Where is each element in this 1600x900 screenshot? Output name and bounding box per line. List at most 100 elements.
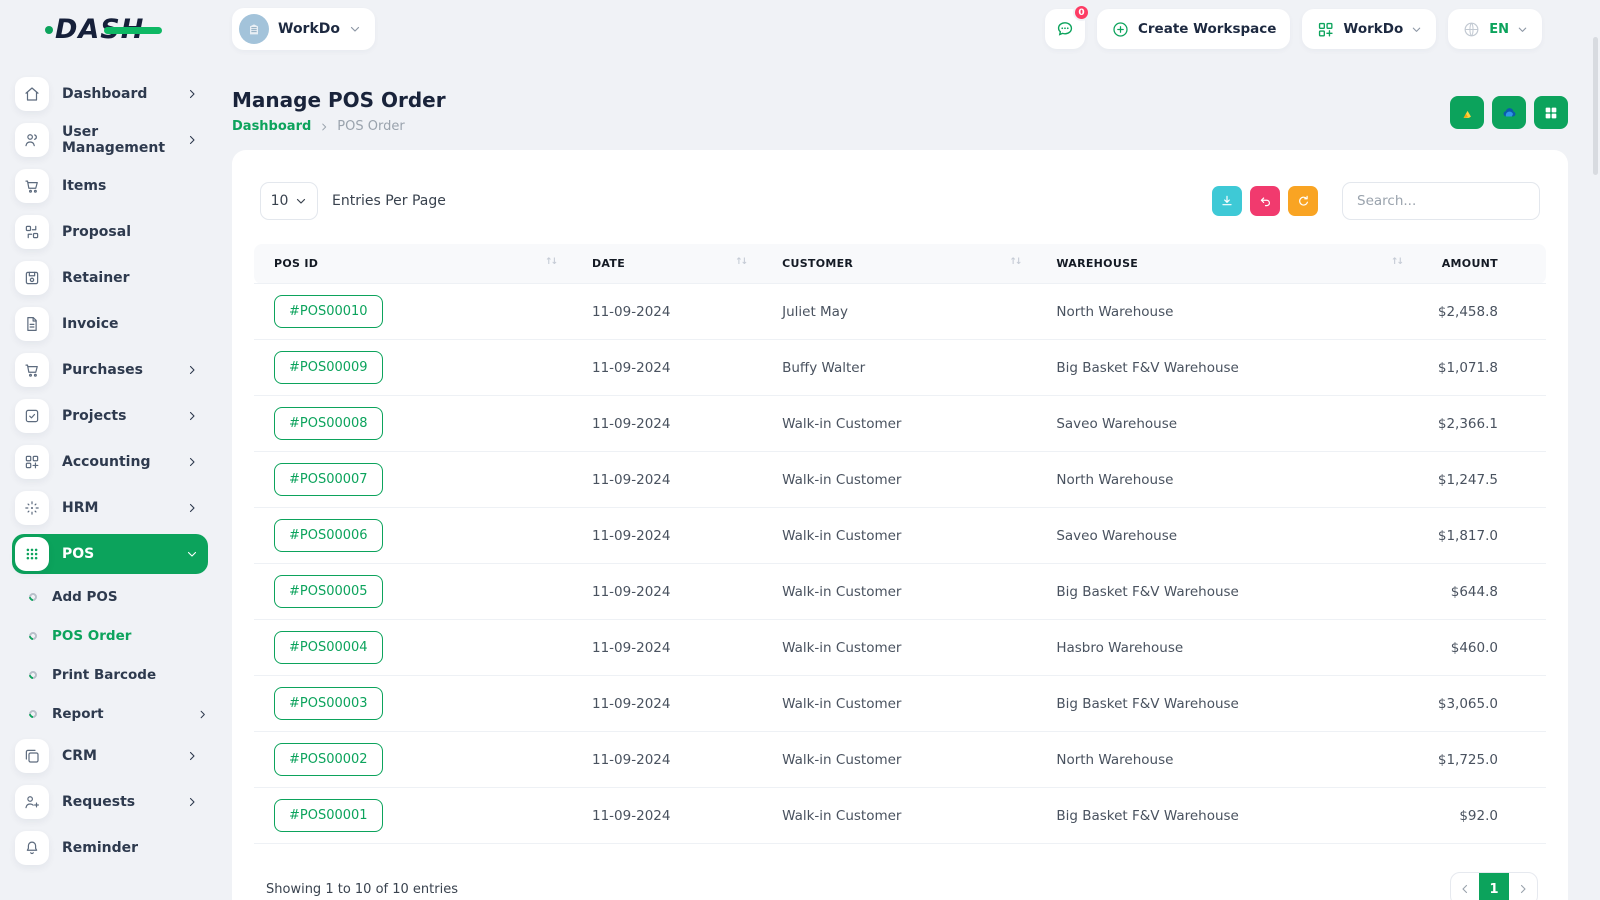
save-icon [15,261,49,295]
pos-id-button[interactable]: #POS00010 [274,295,383,328]
sidebar-item-crm[interactable]: CRM [12,736,208,776]
pos-order-card: 10 Entries Per Page Search... POS ID ↑↓ … [232,150,1568,900]
customer-cell: Walk-in Customer [762,563,1037,620]
sidebar-item-hrm[interactable]: HRM [12,488,208,528]
warehouse-cell: North Warehouse [1036,451,1418,508]
amount-cell: $644.8 [1417,563,1546,620]
warehouse-cell: Big Basket F&V Warehouse [1036,675,1418,732]
drive-icon [1463,110,1471,118]
sort-icon[interactable]: ↑↓ [735,257,752,267]
sidebar-item-items[interactable]: Items [12,166,208,206]
amount-cell: $460.0 [1417,619,1546,676]
grid-view-button[interactable] [1534,96,1568,129]
column-header-pos-id: POS ID ↑↓ [254,244,572,284]
sidebar-item-purchases[interactable]: Purchases [12,350,208,390]
messenger-button[interactable]: 0 [1044,4,1090,49]
sidebar-item-proposal[interactable]: Proposal [12,212,208,252]
customer-cell: Buffy Walter [762,339,1037,396]
sort-icon[interactable]: ↑↓ [1009,257,1026,267]
workdo-menu-button[interactable]: WorkDo [1302,9,1437,49]
workspace-avatar [239,14,269,44]
pos-id-button[interactable]: #POS00008 [274,407,383,440]
create-workspace-button[interactable]: Create Workspace [1096,9,1291,49]
next-page-button[interactable] [1509,873,1537,900]
users-icon [15,123,49,157]
export-button[interactable] [1212,186,1242,216]
amount-cell: $1,071.8 [1417,339,1546,396]
date-cell: 11-09-2024 [572,507,763,564]
google-drive-button[interactable] [1450,96,1484,129]
pos-id-button[interactable]: #POS00006 [274,519,383,552]
sidebar-item-dashboard[interactable]: Dashboard [12,74,208,114]
warehouse-cell: Big Basket F&V Warehouse [1036,563,1418,620]
amount-cell: $1,817.0 [1417,507,1546,564]
chevron-down-icon [1517,24,1528,35]
onedrive-button[interactable] [1492,96,1526,129]
customer-cell: Juliet May [762,283,1037,340]
top-bar: DASH WorkDo 0 Create Workspace WorkDo EN [0,0,1600,58]
sort-icon[interactable]: ↑↓ [1391,257,1408,267]
column-header-warehouse: WAREHOUSE ↑↓ [1036,244,1418,284]
sidebar-subitem-report[interactable]: Report [12,697,208,731]
sidebar-item-accounting[interactable]: Accounting [12,442,208,482]
language-selector[interactable]: EN [1448,9,1542,49]
sidebar-item-invoice[interactable]: Invoice [12,304,208,344]
table-row: #POS00010 11-09-2024 Juliet May North Wa… [254,283,1546,340]
download-icon [1222,195,1232,206]
sidebar-item-requests[interactable]: Requests [12,782,208,822]
refresh-button[interactable] [1288,186,1318,216]
sort-icon[interactable]: ↑↓ [545,257,562,267]
date-cell: 11-09-2024 [572,339,763,396]
chevron-down-icon [1411,24,1422,35]
column-header-customer: CUSTOMER ↑↓ [762,244,1037,284]
warehouse-cell: Big Basket F&V Warehouse [1036,787,1418,844]
sidebar-item-retainer[interactable]: Retainer [12,258,208,298]
search-input[interactable] [1342,182,1540,220]
undo-icon [1260,196,1270,206]
sidebar-subitem-add-pos[interactable]: Add POS [12,580,208,614]
scrollbar-thumb[interactable] [1593,37,1598,175]
customer-cell: Walk-in Customer [762,395,1037,452]
warehouse-cell: North Warehouse [1036,731,1418,788]
chevron-right-icon [186,456,198,468]
brand-logo[interactable]: DASH [0,14,232,45]
chevron-right-icon [186,502,198,514]
sidebar-item-pos[interactable]: POS [12,534,208,574]
date-cell: 11-09-2024 [572,283,763,340]
customer-cell: Walk-in Customer [762,507,1037,564]
pos-id-button[interactable]: #POS00005 [274,575,383,608]
reset-button[interactable] [1250,186,1280,216]
pos-id-button[interactable]: #POS00009 [274,351,383,384]
sidebar-item-user-management[interactable]: User Management [12,120,208,160]
amount-cell: $3,065.0 [1417,675,1546,732]
pos-id-button[interactable]: #POS00002 [274,743,383,776]
sidebar-item-projects[interactable]: Projects [12,396,208,436]
grid-plus-icon [1319,22,1334,37]
sidebar-subitem-pos-order[interactable]: POS Order [12,619,208,653]
pos-id-button[interactable]: #POS00001 [274,799,383,832]
file-text-icon [15,307,49,341]
previous-page-button[interactable] [1451,873,1479,900]
breadcrumb-dashboard-link[interactable]: Dashboard [232,119,311,134]
pos-id-button[interactable]: #POS00004 [274,631,383,664]
warehouse-cell: Hasbro Warehouse [1036,619,1418,676]
sidebar-item-reminder[interactable]: Reminder [12,828,208,868]
bullet-icon [27,708,39,720]
pos-id-button[interactable]: #POS00007 [274,463,383,496]
column-header-date: DATE ↑↓ [572,244,763,284]
pos-id-button[interactable]: #POS00003 [274,687,383,720]
table-row: #POS00002 11-09-2024 Walk-in Customer No… [254,731,1546,788]
sidebar-subitem-print-barcode[interactable]: Print Barcode [12,658,208,692]
workspace-name: WorkDo [278,21,341,37]
check-square-icon [15,399,49,433]
page-number-button[interactable]: 1 [1479,873,1509,900]
date-cell: 11-09-2024 [572,675,763,732]
home-icon [15,77,49,111]
table-row: #POS00009 11-09-2024 Buffy Walter Big Ba… [254,339,1546,396]
date-cell: 11-09-2024 [572,563,763,620]
globe-icon [1464,22,1479,36]
workspace-selector[interactable]: WorkDo [232,8,376,50]
entries-per-page-select[interactable]: 10 [260,182,318,220]
language-code: EN [1489,21,1509,37]
cloud-icon [1503,108,1515,117]
